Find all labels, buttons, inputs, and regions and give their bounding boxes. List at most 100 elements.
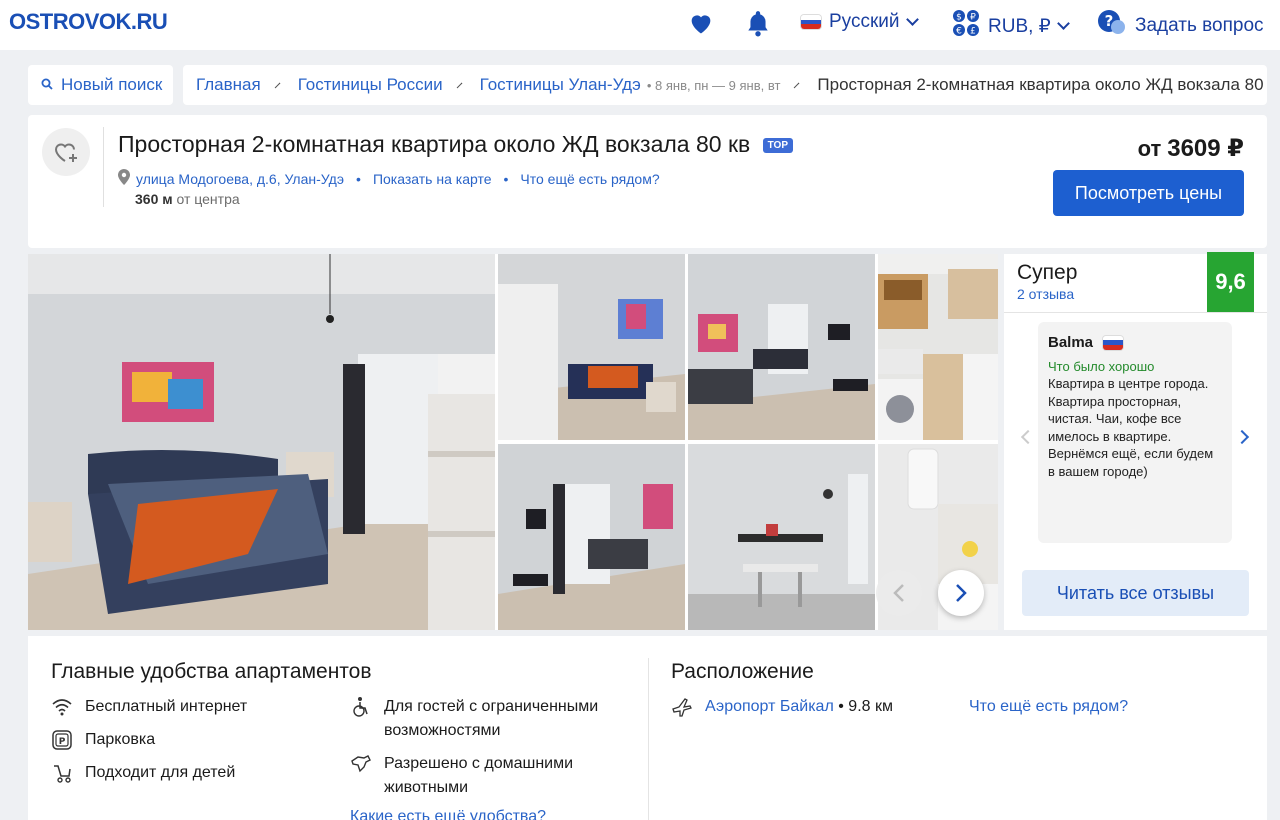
read-all-reviews-button[interactable]: Читать все отзывы (1022, 570, 1249, 616)
reviews-panel: Супер 2 отзыва 9,6 Balma Что было хорошо… (1004, 252, 1267, 630)
breadcrumb: Главная Гостиницы России Гостиницы Улан-… (183, 65, 1267, 105)
svg-text:£: £ (970, 27, 976, 37)
amenity-item: Разрешено с домашними животными (350, 752, 600, 800)
distance-from-center: 360 м от центра (135, 191, 240, 207)
top-bar: OSTROVOK.RU Русский $ ₽ € £ RUB, ₽ ? Зад… (0, 0, 1280, 50)
favorites-heart-icon[interactable] (687, 9, 715, 42)
rating-label: Супер (1017, 261, 1078, 284)
amenity-item: Подходит для детей (51, 761, 235, 785)
review-good-heading: Что было хорошо (1048, 359, 1155, 374)
ask-question-label: Задать вопрос (1135, 15, 1264, 36)
review-text: Квартира в центре города. Квартира прост… (1048, 376, 1214, 479)
airport-distance: • 9.8 км (838, 698, 893, 715)
hotel-header-card: Просторная 2-комнатная квартира около ЖД… (28, 115, 1267, 248)
distance-suffix: от центра (176, 191, 240, 207)
review-card: Balma Что было хорошо Квартира в центре … (1038, 322, 1232, 543)
breadcrumb-russia-hotels[interactable]: Гостиницы России (298, 75, 443, 95)
wifi-icon (52, 699, 72, 716)
currency-selector[interactable]: $ ₽ € £ RUB, ₽ (952, 9, 1070, 43)
whats-nearby-link[interactable]: Что ещё есть рядом? (520, 171, 659, 187)
more-amenities-link[interactable]: Какие есть ещё удобства? (350, 808, 546, 820)
review-author-name: Balma (1048, 334, 1094, 351)
amenity-label: Для гостей с ограниченными возможностями (384, 698, 599, 739)
russia-flag-icon (1103, 335, 1124, 350)
svg-text:P: P (59, 737, 66, 747)
page-title: Просторная 2-комнатная квартира около ЖД… (118, 131, 794, 158)
price: от 3609 ₽ (1138, 134, 1244, 163)
notifications-bell-icon[interactable] (745, 9, 771, 42)
currency-icon: $ ₽ € £ (952, 9, 980, 43)
chevron-right-icon (956, 584, 967, 602)
gallery-photo-main[interactable] (28, 254, 495, 630)
divider (648, 658, 649, 820)
language-selector[interactable]: Русский (801, 11, 919, 33)
breadcrumb-dates: • 8 янв, пн — 9 янв, вт (646, 77, 781, 93)
search-icon (41, 75, 53, 95)
ask-question-button[interactable]: ? Задать вопрос (1097, 9, 1264, 43)
gallery-photo-bedroom-bunk[interactable] (498, 254, 685, 440)
rating-score-badge: 9,6 (1207, 252, 1254, 312)
info-section: Главные удобства апартаментов Бесплатный… (28, 636, 1267, 820)
amenity-item: P Парковка (51, 728, 155, 752)
svg-text:$: $ (956, 13, 962, 23)
location-nearby-link[interactable]: Что ещё есть рядом? (969, 695, 1128, 719)
chevron-right-icon (456, 82, 462, 88)
breadcrumb-ulan-ude-hotels[interactable]: Гостиницы Улан-Удэ (480, 75, 641, 95)
hotel-name: Просторная 2-комнатная квартира около ЖД… (118, 131, 751, 157)
separator-dot: • (503, 170, 509, 187)
chevron-down-icon (905, 13, 919, 26)
svg-text:?: ? (1105, 12, 1114, 30)
gallery-photo-living-room-2[interactable] (498, 444, 685, 630)
airplane-icon (672, 698, 692, 717)
chevron-down-icon (1056, 17, 1070, 30)
address-row: улица Модогоева, д.6, Улан-Удэ • Показат… (118, 169, 660, 188)
amenity-label: Подходит для детей (85, 764, 236, 781)
amenity-label: Разрешено с домашними животными (384, 755, 574, 796)
chevron-right-icon (274, 82, 281, 88)
gallery-photo-living-room[interactable] (688, 254, 875, 440)
view-prices-button[interactable]: Посмотреть цены (1053, 170, 1244, 216)
add-to-favorites-button[interactable] (42, 128, 90, 176)
price-prefix: от (1137, 136, 1162, 161)
gallery-photo-kitchen[interactable] (878, 254, 998, 440)
chevron-left-icon (893, 584, 904, 602)
wheelchair-icon (353, 697, 368, 717)
amenities-title: Главные удобства апартаментов (51, 660, 372, 683)
amenity-item: Бесплатный интернет (51, 695, 247, 719)
review-prev-chevron-icon[interactable] (1020, 429, 1036, 445)
russia-flag-icon (801, 15, 821, 29)
amenity-label: Парковка (85, 731, 156, 748)
gallery-prev-button[interactable] (876, 570, 922, 616)
amenity-item: Для гостей с ограниченными возможностями (350, 695, 600, 743)
svg-text:₽: ₽ (970, 13, 976, 23)
site-logo[interactable]: OSTROVOK.RU (9, 9, 168, 35)
gallery-next-button[interactable] (938, 570, 984, 616)
gallery-photo-dining[interactable] (688, 444, 875, 630)
amenity-label: Бесплатный интернет (85, 698, 248, 715)
currency-label: RUB, ₽ (988, 15, 1051, 37)
breadcrumb-home[interactable]: Главная (196, 75, 261, 95)
new-search-button[interactable]: Новый поиск (28, 65, 173, 105)
photo-gallery (28, 254, 998, 630)
parking-icon: P (52, 730, 72, 750)
language-label: Русский (829, 11, 900, 32)
chevron-right-icon (794, 82, 800, 88)
address-link[interactable]: улица Модогоева, д.6, Улан-Удэ (136, 171, 344, 187)
breadcrumb-current: Просторная 2-комнатная квартира около ЖД… (817, 75, 1267, 94)
distance-value: 360 м (135, 191, 173, 207)
location-pin-icon (118, 169, 130, 188)
heart-plus-icon (54, 143, 77, 162)
show-on-map-link[interactable]: Показать на карте (373, 171, 492, 187)
new-search-label: Новый поиск (61, 75, 163, 94)
airport-item: Аэропорт Байкал • 9.8 км (671, 695, 893, 719)
location-title: Расположение (671, 660, 814, 683)
review-next-chevron-icon[interactable] (1234, 429, 1250, 445)
help-chat-icon: ? (1097, 9, 1127, 43)
separator-dot: • (356, 170, 361, 187)
reviews-count-link[interactable]: 2 отзыва (1017, 286, 1074, 302)
divider (1004, 312, 1267, 313)
airport-link[interactable]: Аэропорт Байкал (705, 698, 834, 715)
price-value: 3609 ₽ (1167, 135, 1244, 162)
pet-icon (351, 755, 371, 773)
svg-text:€: € (956, 27, 962, 37)
